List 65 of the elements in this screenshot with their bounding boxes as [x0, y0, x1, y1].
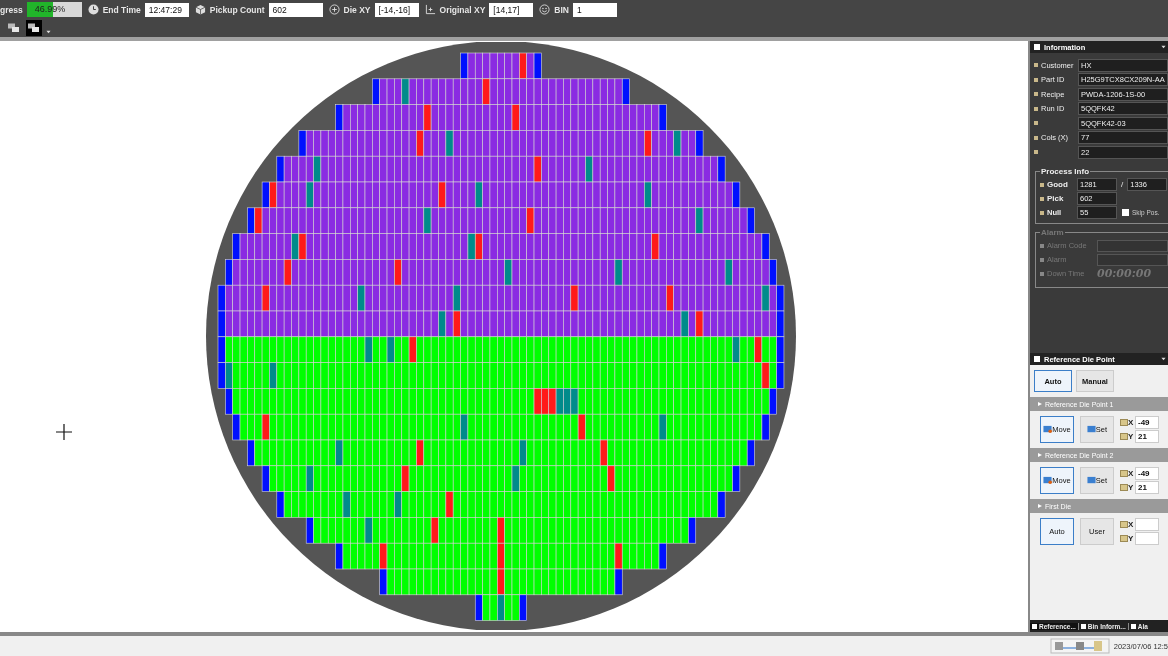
field-label: Pick: [1047, 194, 1065, 203]
field-label: End Time: [102, 4, 141, 15]
field-label: Die XY: [343, 4, 371, 15]
field-label: Pickup Count: [209, 4, 265, 15]
monitor-icon: [1086, 476, 1096, 485]
square-icon: [1120, 535, 1128, 542]
input-field[interactable]: -49: [1135, 416, 1159, 429]
value-field: [-14,-16]: [374, 2, 419, 17]
axis-label: X: [1128, 469, 1135, 478]
triangle-icon: [1038, 402, 1042, 406]
input-field[interactable]: 21: [1135, 430, 1159, 443]
bullet-icon: [1034, 135, 1038, 140]
bullet-icon: [1040, 196, 1044, 201]
timer-text: 00:00:00: [1097, 267, 1152, 280]
axis-label: Y: [1128, 483, 1135, 492]
monitor-icon: [1086, 425, 1096, 434]
checkbox-icon: [1034, 356, 1040, 362]
caret-icon[interactable]: [1161, 45, 1166, 49]
square-icon: [1120, 433, 1128, 440]
clock-icon: [87, 4, 99, 15]
bullet-icon: [1034, 77, 1038, 82]
monitor-icon: [1043, 425, 1053, 434]
axis-label: X: [1128, 520, 1135, 529]
plus-circle-icon: [328, 4, 340, 15]
checkbox-icon: [1034, 44, 1040, 50]
bullet-icon: [1040, 243, 1044, 248]
field-label: Original XY: [439, 4, 486, 15]
bullet-icon: [1034, 92, 1038, 97]
cube-icon: [194, 4, 206, 15]
bullet-icon: [1034, 106, 1038, 111]
square-icon: [1120, 484, 1128, 491]
value-field: 602: [268, 2, 323, 17]
caret-icon[interactable]: [46, 30, 51, 34]
monitor-icon: [1043, 476, 1053, 485]
triangle-icon: [1038, 453, 1042, 457]
progress-label: gress: [0, 4, 23, 15]
bullet-icon: [1034, 150, 1038, 155]
bullet-icon: [1034, 63, 1038, 68]
bullet-icon: [1040, 210, 1044, 215]
bullet-icon: [1040, 271, 1044, 276]
value-field: [14,17]: [489, 2, 534, 17]
axis-label: Y: [1128, 432, 1135, 441]
bullet-icon: [1040, 257, 1044, 262]
separator-text: /: [1121, 180, 1124, 189]
field-label: BIN: [554, 4, 569, 15]
square-icon: [1120, 419, 1128, 426]
smiley-icon: [539, 4, 551, 15]
input-field[interactable]: 21: [1135, 481, 1159, 494]
axes-icon: [424, 4, 436, 15]
triangle-icon: [1038, 504, 1042, 508]
caret-icon[interactable]: [1161, 357, 1166, 361]
axis-label: Y: [1128, 534, 1135, 543]
field-label: Good: [1047, 180, 1069, 189]
crosshair-icon: [56, 424, 72, 440]
input-field[interactable]: -49: [1135, 467, 1159, 480]
value-field: 1: [573, 2, 617, 17]
axis-label: X: [1128, 418, 1135, 427]
checkbox[interactable]: [1122, 209, 1129, 216]
value-field: 12:47:29: [144, 2, 189, 17]
group-title: Alarm: [1040, 227, 1065, 237]
group-title: Process Info: [1040, 166, 1090, 176]
square-icon: [1120, 470, 1128, 477]
bullet-icon: [1034, 121, 1038, 126]
square-icon: [1120, 521, 1128, 528]
bullet-icon: [1040, 182, 1044, 187]
